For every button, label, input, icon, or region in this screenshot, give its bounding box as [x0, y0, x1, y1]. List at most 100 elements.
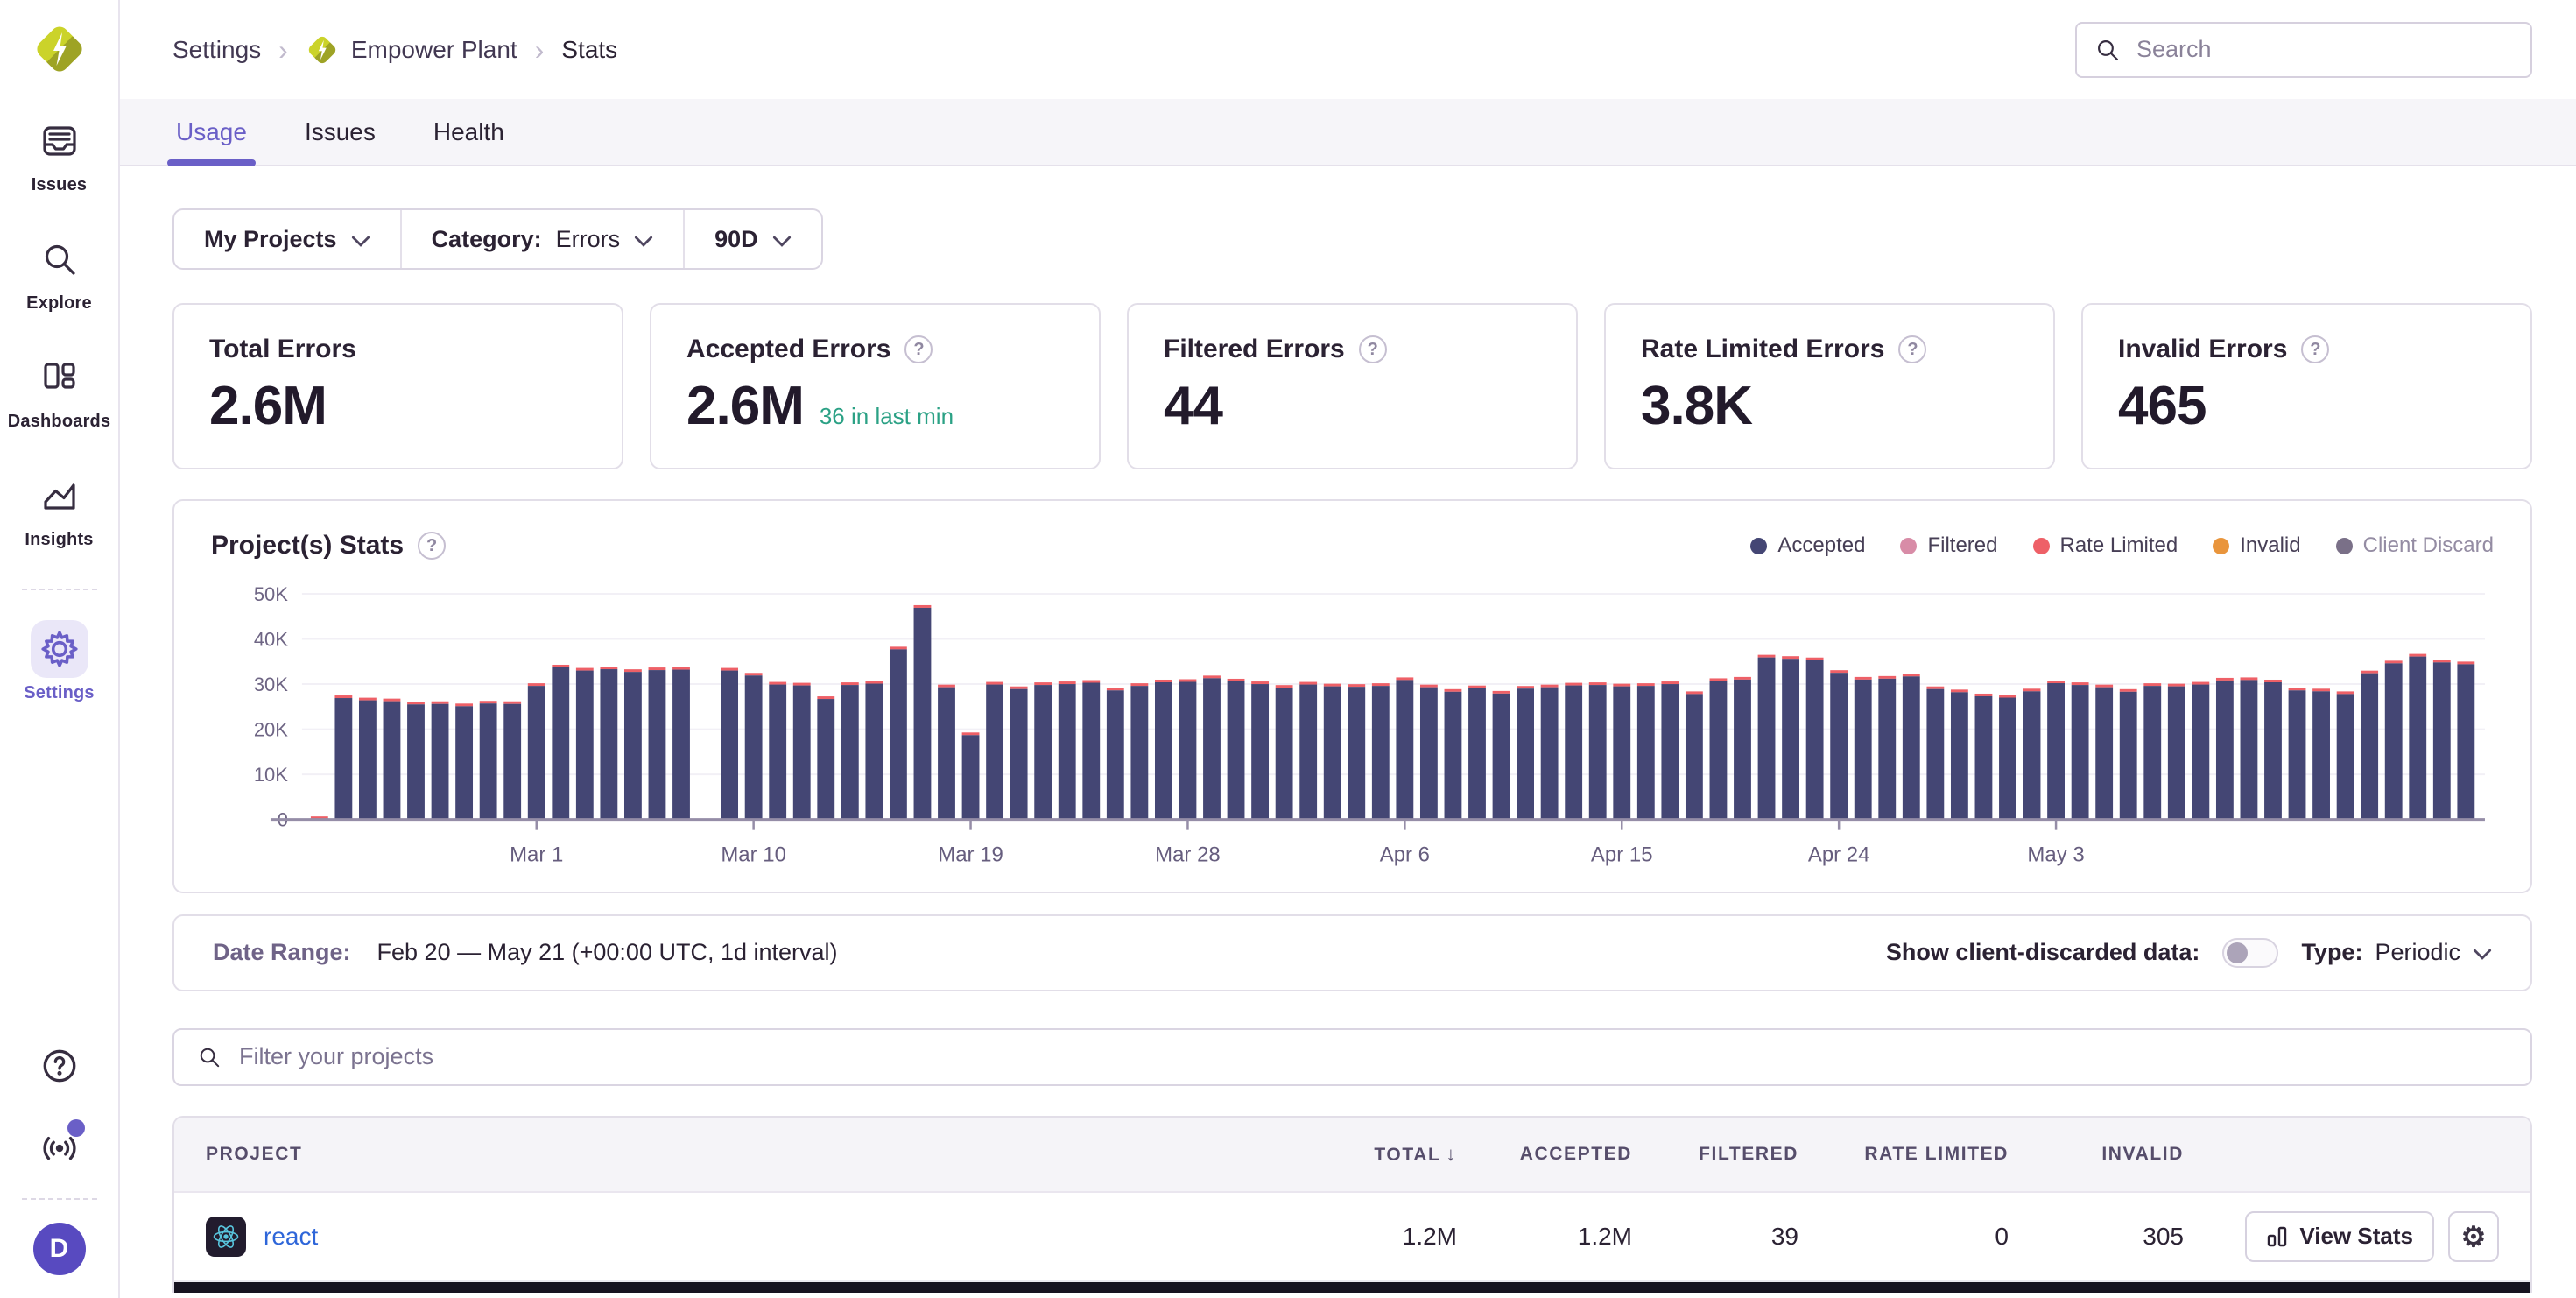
- chevron-down-icon: [772, 226, 792, 253]
- filter-bar: My Projects Category: Errors 90D: [172, 208, 2532, 270]
- client-discard-toggle-label: Show client-discarded data:: [1886, 939, 2200, 966]
- breadcrumb-item-settings[interactable]: Settings: [172, 36, 261, 64]
- legend-item-filtered[interactable]: Filtered: [1900, 533, 1997, 558]
- sentry-org-logo-icon[interactable]: [32, 21, 88, 77]
- chevron-down-icon: [351, 226, 370, 253]
- legend-dot: [1750, 538, 1767, 554]
- svg-text:50K: 50K: [254, 583, 288, 605]
- sidebar: Issues Explore Dashboards: [0, 0, 120, 1298]
- legend-dot: [2213, 538, 2229, 554]
- view-stats-button[interactable]: View Stats: [2245, 1211, 2434, 1262]
- circle-question-icon[interactable]: ?: [418, 532, 446, 560]
- column-header-project[interactable]: PROJECT: [206, 1144, 1273, 1165]
- stat-card-title: Filtered Errors: [1164, 335, 1345, 364]
- filter-segmented-control: My Projects Category: Errors 90D: [172, 208, 823, 270]
- legend-dot: [1900, 538, 1917, 554]
- sidebar-divider: [22, 1198, 97, 1200]
- sidebar-item-label: Insights: [25, 530, 93, 550]
- chart-title: Project(s) Stats: [211, 531, 404, 561]
- tab-issues[interactable]: Issues: [301, 99, 379, 165]
- circle-question-icon[interactable]: ?: [1898, 335, 1926, 363]
- breadcrumb-separator: ›: [278, 36, 288, 64]
- legend-label: Invalid: [2240, 533, 2300, 558]
- column-header-filtered[interactable]: FILTERED: [1632, 1144, 1798, 1165]
- cell-total: 1.2M: [1273, 1223, 1457, 1251]
- legend-label: Client Discard: [2363, 533, 2494, 558]
- gear-icon: [31, 620, 88, 678]
- stat-card-value: 3.8K: [1641, 375, 1752, 437]
- stat-card-value: 465: [2118, 375, 2206, 437]
- period-label: 90D: [714, 226, 758, 253]
- sidebar-item-label: Settings: [24, 683, 95, 703]
- whats-new-broadcast-button[interactable]: [31, 1118, 88, 1175]
- projects-filter-input[interactable]: [237, 1042, 2508, 1071]
- stat-card-title: Total Errors: [209, 335, 356, 364]
- type-value: Periodic: [2375, 939, 2460, 966]
- notification-dot: [67, 1119, 85, 1137]
- react-platform-icon: [206, 1217, 246, 1257]
- cell-invalid: 305: [2009, 1223, 2184, 1251]
- type-dropdown[interactable]: Type: Periodic: [2301, 939, 2492, 966]
- legend-item-client-discard[interactable]: Client Discard: [2336, 533, 2494, 558]
- sidebar-item-insights[interactable]: Insights: [0, 467, 118, 550]
- stat-card-value: 2.6M: [209, 375, 327, 437]
- svg-text:Mar 10: Mar 10: [721, 843, 786, 867]
- column-header-accepted[interactable]: ACCEPTED: [1457, 1144, 1632, 1165]
- help-button[interactable]: [31, 1037, 88, 1095]
- search-icon: [31, 230, 88, 288]
- breadcrumb-separator: ›: [535, 36, 545, 64]
- stat-card-accepted-errors: Accepted Errors ? 2.6M 36 in last min: [650, 303, 1101, 469]
- cell-filtered: 39: [1632, 1223, 1798, 1251]
- breadcrumb-item-organization[interactable]: Empower Plant: [306, 33, 517, 67]
- client-discard-toggle[interactable]: [2222, 938, 2278, 968]
- svg-text:May 3: May 3: [2027, 843, 2084, 867]
- circle-question-icon[interactable]: ?: [2301, 335, 2329, 363]
- sidebar-item-dashboards[interactable]: Dashboards: [0, 349, 118, 432]
- column-header-invalid[interactable]: INVALID: [2009, 1144, 2184, 1165]
- column-header-rate-limited[interactable]: RATE LIMITED: [1798, 1144, 2009, 1165]
- category-label: Category:: [432, 226, 542, 253]
- type-label: Type:: [2301, 939, 2362, 966]
- svg-text:10K: 10K: [254, 764, 288, 786]
- project-settings-button[interactable]: ⚙: [2448, 1211, 2499, 1262]
- legend-label: Filtered: [1927, 533, 1997, 558]
- circle-question-icon[interactable]: ?: [904, 335, 933, 363]
- sidebar-item-label: Dashboards: [8, 412, 111, 432]
- svg-text:30K: 30K: [254, 674, 288, 695]
- category-filter-dropdown[interactable]: Category: Errors: [400, 210, 684, 268]
- sidebar-item-explore[interactable]: Explore: [0, 230, 118, 314]
- sidebar-item-issues[interactable]: Issues: [0, 112, 118, 195]
- svg-text:Mar 19: Mar 19: [938, 843, 1003, 867]
- stat-card-value: 2.6M: [686, 375, 804, 437]
- period-filter-dropdown[interactable]: 90D: [683, 210, 821, 268]
- legend-item-invalid[interactable]: Invalid: [2213, 533, 2300, 558]
- projects-stats-bar-chart: 010K20K30K40K50KMar 1Mar 10Mar 19Mar 28A…: [211, 573, 2494, 885]
- project-selector-dropdown[interactable]: My Projects: [174, 210, 400, 268]
- legend-item-accepted[interactable]: Accepted: [1750, 533, 1865, 558]
- stat-card-total-errors: Total Errors 2.6M: [172, 303, 623, 469]
- toggle-knob: [2227, 942, 2248, 963]
- project-link[interactable]: react: [264, 1223, 318, 1251]
- svg-text:40K: 40K: [254, 629, 288, 651]
- stat-card-title: Accepted Errors: [686, 335, 890, 364]
- tab-health[interactable]: Health: [430, 99, 508, 165]
- global-search-input[interactable]: [2135, 35, 2513, 64]
- global-search: [2075, 22, 2532, 78]
- search-icon: [2094, 37, 2121, 63]
- stat-card-trend: 36 in last min: [820, 403, 954, 430]
- tab-bar: Usage Issues Health: [120, 99, 2576, 166]
- breadcrumb-item-stats: Stats: [561, 36, 617, 64]
- tab-usage[interactable]: Usage: [172, 99, 250, 165]
- sidebar-item-settings[interactable]: Settings: [0, 620, 118, 703]
- svg-text:20K: 20K: [254, 719, 288, 741]
- date-range-label: Date Range:: [213, 939, 351, 966]
- view-stats-label: View Stats: [2299, 1223, 2413, 1250]
- column-header-total[interactable]: TOTAL↓: [1273, 1143, 1457, 1166]
- bar-chart-icon: [2266, 1225, 2289, 1248]
- circle-question-icon[interactable]: ?: [1359, 335, 1387, 363]
- stat-card-value: 44: [1164, 375, 1222, 437]
- legend-dot: [2033, 538, 2050, 554]
- legend-item-rate-limited[interactable]: Rate Limited: [2033, 533, 2178, 558]
- stat-card-filtered-errors: Filtered Errors ? 44: [1127, 303, 1578, 469]
- user-avatar[interactable]: D: [33, 1223, 86, 1275]
